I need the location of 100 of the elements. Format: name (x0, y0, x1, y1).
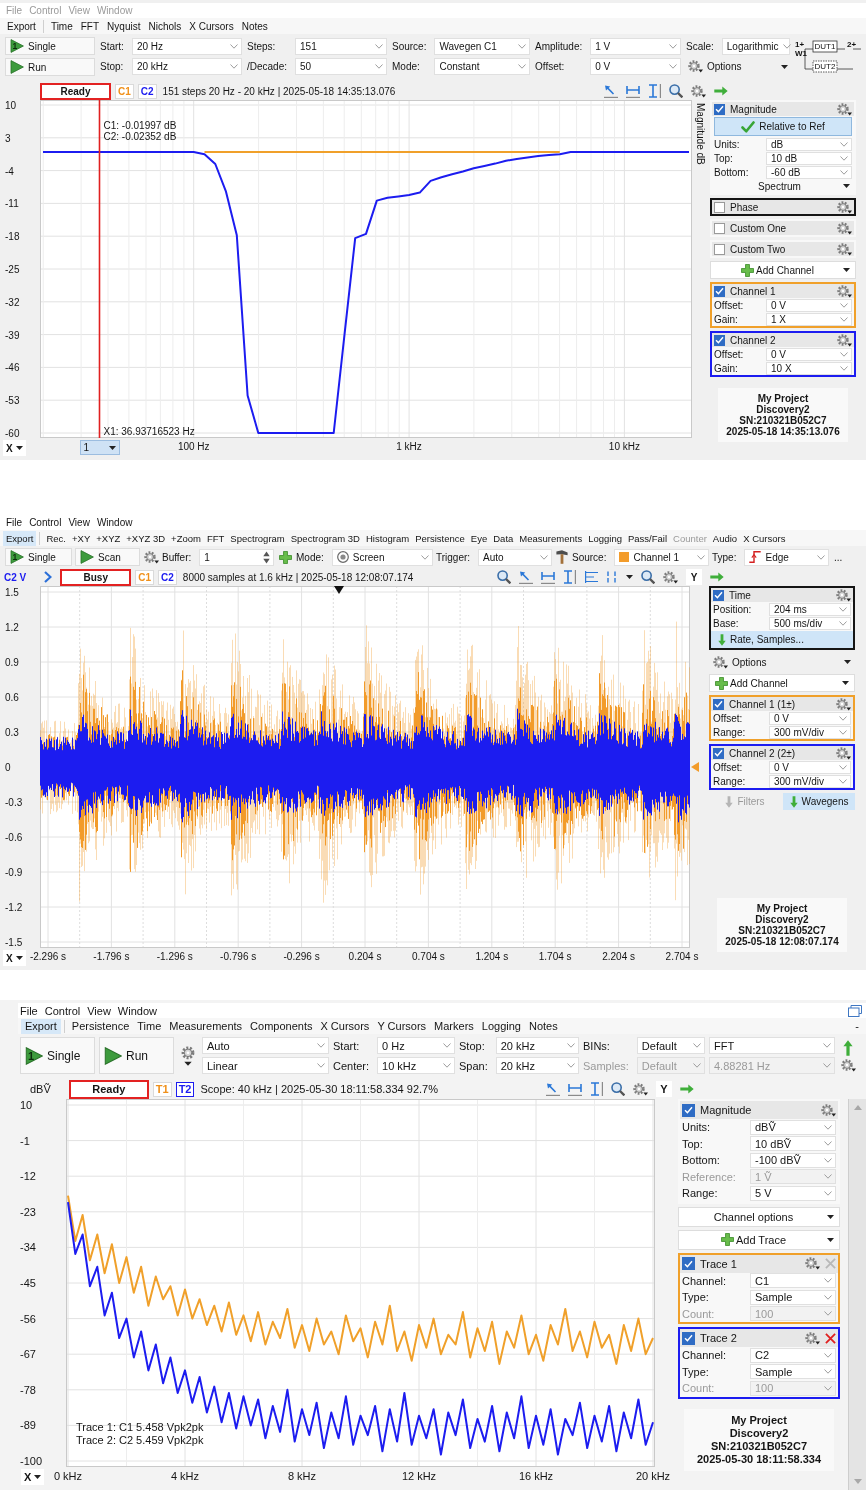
dropdown-field[interactable]: Sample (750, 1289, 836, 1305)
horizontal-cursor-icon[interactable] (626, 84, 640, 98)
checkbox[interactable] (714, 222, 725, 234)
scroll-down-icon[interactable] (853, 1479, 862, 1484)
magnifier-icon[interactable] (611, 1082, 625, 1096)
toolbar-button[interactable]: Persistence (67, 1018, 134, 1034)
dropdown-field[interactable]: -60 dB (766, 165, 852, 179)
vertical-cursor-icon[interactable] (590, 1082, 603, 1096)
dropdown-field[interactable]: Edge (744, 548, 829, 566)
x-axis-button[interactable]: X (3, 950, 26, 966)
dropdown-field[interactable]: 5 V (750, 1185, 836, 1201)
toolbar-button[interactable]: +XYZ 3D (123, 530, 169, 546)
toolbar-button[interactable]: X Cursors (316, 1018, 374, 1034)
menu-item[interactable]: File (6, 517, 23, 528)
dropdown-field[interactable]: Auto (202, 1037, 329, 1054)
toolbar-button[interactable]: Eye (467, 530, 491, 546)
dropdown-field[interactable]: Constant (434, 58, 530, 75)
hammer-icon[interactable] (556, 550, 568, 564)
checkbox[interactable] (682, 1257, 695, 1270)
toolbar-button[interactable]: FFT (203, 530, 228, 546)
menu-item[interactable]: Window (96, 517, 133, 528)
toolbar-button[interactable]: +XYZ (93, 530, 124, 546)
spin-field[interactable]: 1 (199, 548, 274, 566)
checkbox[interactable] (714, 285, 725, 297)
menu-item[interactable]: Window (117, 1004, 157, 1017)
dropdown-field[interactable]: 1 X (766, 312, 852, 326)
toolbar-button[interactable]: +Zoom (168, 530, 204, 546)
grid-marks-icon[interactable] (606, 571, 618, 583)
dropdown-field[interactable]: 20 kHz (131, 58, 242, 75)
toolbar-button[interactable]: Nichols (144, 18, 186, 34)
toolbar-button[interactable]: Data (490, 530, 517, 546)
checkbox[interactable] (714, 334, 725, 346)
dropdown-field[interactable]: 0 V (769, 711, 851, 725)
expander-button[interactable]: Rate, Samples... (711, 631, 853, 648)
close-icon[interactable] (825, 1332, 836, 1344)
dropdown-field[interactable]: Linear (202, 1057, 329, 1074)
toggle-button[interactable]: Relative to Ref (714, 117, 852, 136)
toolbar-button[interactable]: Spectrogram (227, 530, 288, 546)
caret-icon[interactable] (626, 575, 633, 579)
toolbar-button[interactable]: Y (686, 569, 702, 585)
gear-icon[interactable] (181, 1045, 195, 1066)
dropdown-field[interactable]: 10 kHz (377, 1057, 455, 1074)
cursor-select[interactable]: 1 (79, 440, 120, 455)
dropdown-field[interactable]: Sample (750, 1364, 836, 1380)
horizontal-cursor-icon[interactable] (568, 1082, 582, 1096)
toolbar-button[interactable]: Measurements (516, 530, 586, 546)
cursor-arrow-icon[interactable] (604, 84, 618, 98)
toolbar-button[interactable]: Y (656, 1081, 672, 1097)
menu-button[interactable]: Channel options (678, 1206, 840, 1227)
dropdown-field[interactable]: 300 mV/div (769, 725, 851, 739)
checkbox[interactable] (713, 747, 724, 759)
play-button[interactable]: Run (99, 1037, 174, 1074)
toolbar-button[interactable]: X Cursors (740, 530, 789, 546)
toolbar-button[interactable]: Pass/Fail (624, 530, 671, 546)
toolbar-button[interactable]: Export (3, 18, 40, 34)
toolbar-button[interactable]: Time (133, 1018, 166, 1034)
dropdown-field[interactable]: Logarithmic (721, 37, 790, 55)
dropdown-field[interactable]: 20 kHz (495, 1057, 579, 1074)
toolbar-button[interactable]: Logging (585, 530, 625, 546)
dropdown-field[interactable]: 1 V (590, 38, 681, 55)
dropdown-field[interactable]: 500 ms/div (769, 616, 851, 630)
checkbox[interactable] (682, 1103, 695, 1117)
dropdown-field[interactable]: 0 V (769, 760, 851, 774)
dropdown-button[interactable]: Spectrum (712, 179, 854, 193)
dropdown-field[interactable]: 204 ms (769, 602, 851, 616)
options-button[interactable]: Options (686, 57, 790, 76)
toolbar-button[interactable]: Export (3, 530, 37, 546)
vertical-cursor-icon[interactable] (563, 570, 576, 584)
dropdown-field[interactable]: 20 Hz (131, 38, 242, 55)
x-axis-button[interactable]: X (3, 440, 26, 456)
tab[interactable]: Wavegens (783, 793, 855, 810)
channel-toggle[interactable]: C2 (158, 569, 177, 585)
dropdown-field[interactable]: 300 mV/div (769, 774, 851, 788)
toolbar-button[interactable]: Audio (709, 530, 741, 546)
add-button[interactable]: Add Channel (710, 261, 856, 279)
toolbar-button[interactable]: Time (46, 18, 77, 34)
plus-icon[interactable] (278, 550, 292, 564)
dropdown-field[interactable]: dBṼ (750, 1119, 836, 1135)
cursor-line[interactable] (98, 100, 101, 438)
x-axis-button[interactable]: X (21, 1469, 45, 1485)
dropdown-field[interactable]: FFT (709, 1037, 835, 1054)
dropdown-field[interactable]: C2 (750, 1347, 836, 1363)
checkbox[interactable] (714, 201, 725, 213)
play-button[interactable]: 1 Single (5, 37, 95, 55)
toolbar-button[interactable]: Rec. (43, 530, 69, 546)
chevron-right-icon[interactable] (44, 571, 53, 583)
menu-item[interactable]: Control (29, 517, 62, 528)
checkbox[interactable] (682, 1331, 695, 1345)
play-button[interactable]: 1 Single (5, 548, 72, 566)
toolbar-button[interactable]: Measurements (165, 1018, 247, 1034)
toolbar-button[interactable]: Nyquist (103, 18, 145, 34)
dropdown-field[interactable]: 151 (295, 38, 387, 55)
dropdown-field[interactable]: 10 X (766, 361, 852, 375)
arrow-up-icon[interactable] (843, 1039, 853, 1056)
checkbox[interactable] (714, 103, 725, 115)
magnifier-icon[interactable] (497, 570, 511, 584)
horizontal-lines-icon[interactable] (584, 571, 598, 583)
toolbar-button[interactable]: Persistence (412, 530, 468, 546)
dropdown-field[interactable]: 50 (295, 58, 387, 75)
dropdown-field[interactable]: Screen (331, 548, 433, 566)
